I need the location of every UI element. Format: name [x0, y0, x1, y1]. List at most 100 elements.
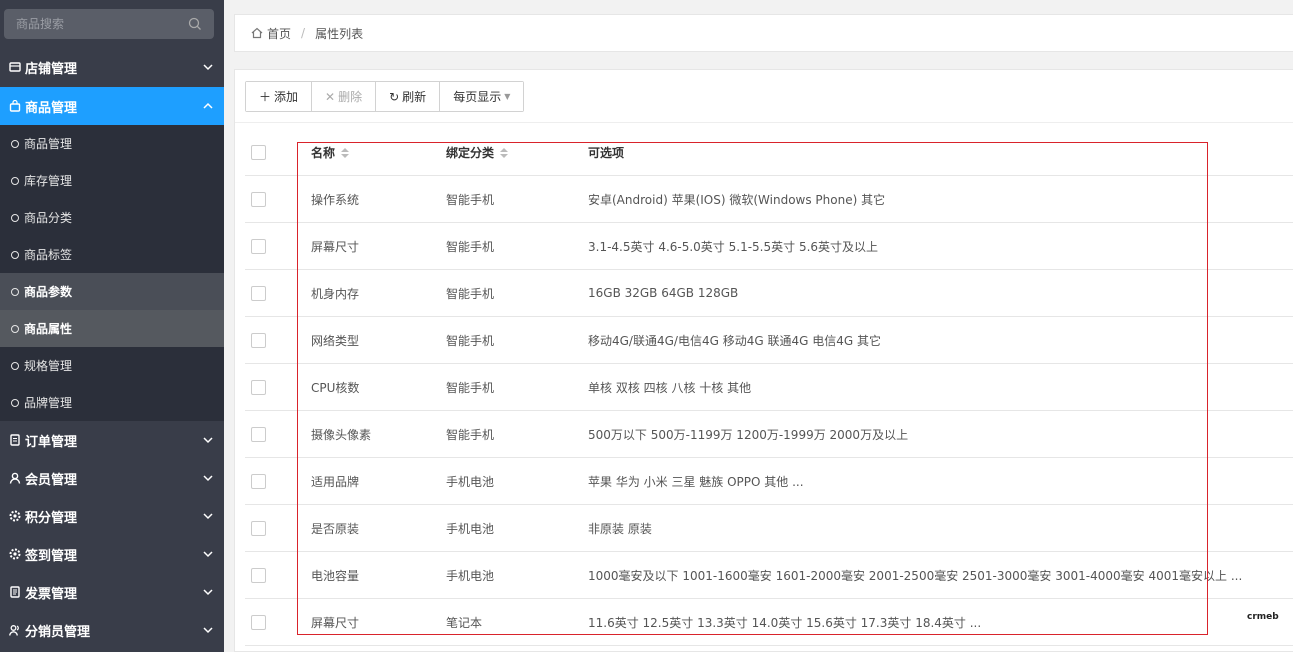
sidebar-item-label: 库存管理 — [24, 174, 73, 188]
table-row: 机身内存 智能手机 16GB 32GB 64GB 128GB — [245, 270, 1293, 317]
header-category-label: 绑定分类 — [446, 146, 495, 160]
toolbar-divider — [235, 122, 1293, 123]
cell-name: 屏幕尺寸 — [311, 239, 360, 254]
sidebar-item-goods[interactable]: 商品管理 — [0, 125, 224, 162]
cell-name: 摄像头像素 — [311, 427, 372, 442]
refresh-icon: ↻ — [389, 89, 400, 104]
menu-group-members[interactable]: 会员管理 — [0, 459, 224, 497]
table-row: 操作系统 智能手机 安卓(Android) 苹果(IOS) 微软(Windows P… — [245, 176, 1293, 223]
refresh-button[interactable]: ↻ 刷新 — [376, 82, 441, 111]
row-checkbox[interactable] — [251, 615, 266, 630]
header-options: 可选项 — [588, 130, 624, 175]
header-category[interactable]: 绑定分类 — [446, 130, 509, 175]
circle-icon — [11, 176, 19, 185]
sidebar-item-label: 商品标签 — [24, 248, 73, 262]
plus-icon: ＋ — [259, 90, 272, 104]
menu-group-goods[interactable]: 商品管理 — [0, 87, 224, 125]
cell-category: 智能手机 — [446, 192, 495, 207]
sidebar-item-tags[interactable]: 商品标签 — [0, 236, 224, 273]
gear-icon — [9, 548, 21, 560]
cell-name: 操作系统 — [311, 192, 360, 207]
table-header: 名称 绑定分类 可选项 — [245, 130, 1293, 176]
row-checkbox[interactable] — [251, 333, 266, 348]
add-button[interactable]: ＋添加 — [246, 82, 313, 111]
sidebar-item-attributes[interactable]: 商品属性 — [0, 310, 224, 347]
row-checkbox[interactable] — [251, 427, 266, 442]
cell-category: 智能手机 — [446, 333, 495, 348]
cell-options: 安卓(Android) 苹果(IOS) 微软(Windows Phone) 其它 — [588, 192, 886, 207]
row-checkbox[interactable] — [251, 286, 266, 301]
chevron-down-icon — [203, 64, 213, 71]
menu-group-orders[interactable]: 订单管理 — [0, 421, 224, 459]
sidebar-item-stock[interactable]: 库存管理 — [0, 162, 224, 199]
cell-options: 11.6英寸 12.5英寸 13.3英寸 14.0英寸 15.6英寸 17.3英… — [588, 615, 982, 630]
per-page-dropdown[interactable]: 每页显示 ▼ — [440, 82, 524, 111]
chevron-down-icon — [203, 475, 213, 482]
bag-icon — [9, 100, 21, 112]
menu-group-points[interactable]: 积分管理 — [0, 497, 224, 535]
content-card: ＋添加 ✕ 删除 ↻ 刷新 每页显示 ▼ 名称 绑定分类 可选项 操作系统 智能手机 安卓… — [234, 69, 1293, 652]
row-checkbox[interactable] — [251, 380, 266, 395]
main-area: 首页 / 属性列表 ＋添加 ✕ 删除 ↻ 刷新 每页显示 ▼ 名称 绑定分类 可选项 … — [224, 0, 1293, 652]
search-input[interactable] — [4, 9, 184, 39]
header-name[interactable]: 名称 — [311, 130, 350, 175]
table-row: 摄像头像素 智能手机 500万以下 500万-1199万 1200万-1999万 2… — [245, 411, 1293, 458]
users-icon — [9, 625, 19, 636]
table-row: 屏幕尺寸 笔记本 11.6英寸 12.5英寸 13.3英寸 14.0英寸 15.6英… — [245, 599, 1293, 646]
watermark-logo: crmeb — [1247, 612, 1279, 622]
breadcrumb-home[interactable]: 首页 — [267, 25, 291, 42]
gear-icon — [9, 510, 21, 522]
refresh-label: 刷新 — [402, 90, 427, 104]
row-checkbox[interactable] — [251, 474, 266, 489]
sidebar-item-params[interactable]: 商品参数 — [0, 273, 224, 310]
menu-group-label: 店铺管理 — [25, 61, 78, 77]
circle-icon — [11, 398, 19, 407]
cell-name: 屏幕尺寸 — [311, 615, 360, 630]
table-row: 电池容量 手机电池 1000毫安及以下 1001-1600毫安 1601-2000毫… — [245, 552, 1293, 599]
cell-options: 500万以下 500万-1199万 1200万-1999万 2000万及以上 — [588, 427, 909, 442]
sidebar-item-brands[interactable]: 品牌管理 — [0, 384, 224, 421]
sidebar-item-category[interactable]: 商品分类 — [0, 199, 224, 236]
cell-options: 3.1-4.5英寸 4.6-5.0英寸 5.1-5.5英寸 5.6英寸及以上 — [588, 239, 879, 254]
table-row: 网络类型 智能手机 移动4G/联通4G/电信4G 移动4G 联通4G 电信4G 其它 — [245, 317, 1293, 364]
row-checkbox[interactable] — [251, 239, 266, 254]
menu-group-label: 会员管理 — [25, 472, 78, 488]
table-row: 适用品牌 手机电池 苹果 华为 小米 三星 魅族 OPPO 其他 ... — [245, 458, 1293, 505]
row-checkbox[interactable] — [251, 521, 266, 536]
cell-category: 智能手机 — [446, 380, 495, 395]
menu-group-distributors[interactable]: 分销员管理 — [0, 611, 224, 649]
sidebar-item-specs[interactable]: 规格管理 — [0, 347, 224, 384]
store-icon — [9, 62, 21, 72]
cell-category: 智能手机 — [446, 427, 495, 442]
menu-group-label: 签到管理 — [25, 548, 78, 564]
cell-name: CPU核数 — [311, 380, 360, 395]
cell-name: 网络类型 — [311, 333, 360, 348]
cell-category: 智能手机 — [446, 239, 495, 254]
breadcrumb: 首页 / 属性列表 — [234, 14, 1293, 52]
sidebar-item-label: 商品管理 — [24, 137, 73, 151]
chevron-down-icon — [203, 551, 213, 558]
table-row: CPU核数 智能手机 单核 双核 四核 八核 十核 其他 — [245, 364, 1293, 411]
close-icon: ✕ — [325, 89, 336, 104]
cell-category: 手机电池 — [446, 474, 495, 489]
delete-button[interactable]: ✕ 删除 — [312, 82, 377, 111]
search-icon[interactable] — [188, 17, 202, 31]
menu-group-label: 发票管理 — [25, 586, 78, 602]
circle-icon — [11, 213, 19, 222]
menu-group-store[interactable]: 店铺管理 — [0, 48, 224, 86]
cell-options: 单核 双核 四核 八核 十核 其他 — [588, 380, 752, 395]
menu-group-invoice[interactable]: 发票管理 — [0, 573, 224, 611]
select-all-checkbox[interactable] — [251, 145, 266, 160]
sidebar-item-label: 商品分类 — [24, 211, 73, 225]
breadcrumb-current: 属性列表 — [315, 26, 364, 41]
cell-options: 1000毫安及以下 1001-1600毫安 1601-2000毫安 2001-2… — [588, 568, 1243, 583]
row-checkbox[interactable] — [251, 192, 266, 207]
add-label: 添加 — [274, 90, 299, 104]
row-checkbox[interactable] — [251, 568, 266, 583]
menu-group-label: 分销员管理 — [25, 624, 91, 640]
table-row: 是否原装 手机电池 非原装 原装 — [245, 505, 1293, 552]
cell-options: 移动4G/联通4G/电信4G 移动4G 联通4G 电信4G 其它 — [588, 333, 881, 348]
sort-icon — [500, 147, 509, 158]
menu-group-checkin[interactable]: 签到管理 — [0, 535, 224, 573]
per-page-label: 每页显示 — [453, 90, 502, 104]
